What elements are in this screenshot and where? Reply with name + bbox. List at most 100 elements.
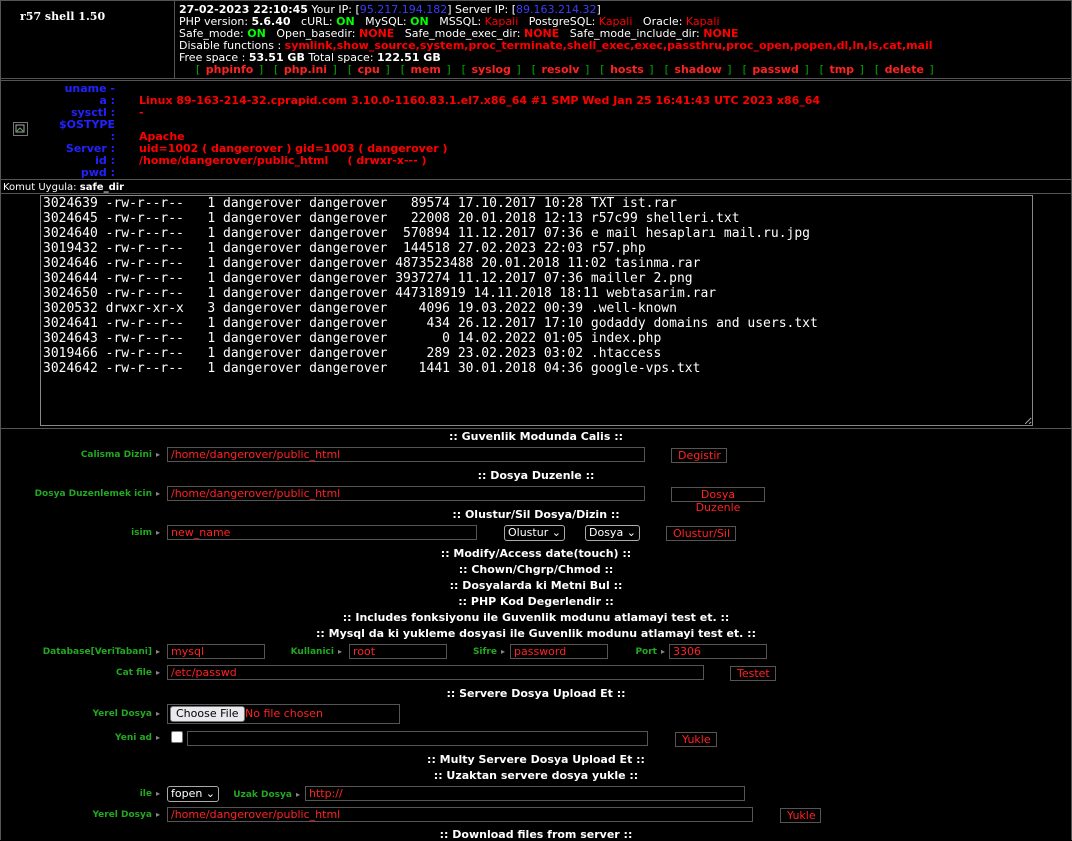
choose-file-button[interactable]: Choose File	[170, 706, 245, 722]
menu-item-cpu[interactable]: cpu	[358, 63, 380, 76]
command-bar: Komut Uygula: safe_dir	[3, 182, 124, 193]
section-file-edit: :: Dosya Duzenle ::	[477, 469, 595, 482]
menu-bracket: ]	[581, 63, 590, 76]
section-create-delete: :: Olustur/Sil Dosya/Dizin ::	[452, 508, 620, 521]
uname-value: Linux 89-163-214-32.cprapid.com 3.10.0-1…	[139, 94, 821, 107]
menu-bracket: [	[347, 63, 356, 76]
edit-label: Dosya Duzenlemek icin ▸	[34, 489, 160, 499]
method-select[interactable]: fopen ⌄	[167, 786, 219, 802]
top-menu: [ phpinfo ] [ php.ini ] [ cpu ] [ mem ] …	[194, 63, 936, 76]
section-chown[interactable]: :: Chown/Chgrp/Chmod ::	[0, 563, 1072, 576]
menu-bracket: ]	[723, 63, 732, 76]
pwd-label: pwd :	[80, 166, 115, 179]
pass-input[interactable]: password	[510, 644, 608, 659]
menu-bracket: ]	[925, 63, 934, 76]
section-upload: :: Servere Dosya Upload Et ::	[446, 687, 626, 700]
new-name-checkbox[interactable]	[171, 731, 183, 743]
frame-divider	[0, 78, 1072, 79]
frame-divider	[0, 179, 1072, 180]
file-picker[interactable]: Choose File No file chosen	[167, 704, 400, 724]
sysctl-value: -	[139, 106, 144, 119]
menu-bracket: ]	[255, 63, 264, 76]
change-dir-button[interactable]: Degistir	[671, 448, 727, 463]
section-multi-upload[interactable]: :: Multy Servere Dosya Upload Et ::	[0, 753, 1072, 766]
menu-bracket: [	[400, 63, 409, 76]
section-php-eval[interactable]: :: PHP Kod Degerlendir ::	[0, 595, 1072, 608]
pwd-perms: ( drwxr-x--- )	[347, 154, 427, 167]
port-input[interactable]: 3306	[669, 644, 767, 659]
section-download[interactable]: :: Download files from server ::	[0, 828, 1072, 841]
remote-file-input[interactable]: http://	[305, 786, 745, 801]
action-select[interactable]: Olustur ⌄	[504, 525, 565, 541]
user-label: Kullanici ▸	[290, 647, 342, 657]
chevron-down-icon: ⌄	[205, 787, 215, 800]
type-select[interactable]: Dosya ⌄	[585, 525, 640, 541]
name-label: isim ▸	[131, 528, 160, 538]
upload-button[interactable]: Yukle	[675, 732, 717, 747]
shell-title: r57 shell 1.50	[20, 10, 106, 23]
user-input[interactable]: root	[349, 644, 447, 659]
frame-left	[0, 0, 1, 840]
command-output[interactable]	[40, 195, 1033, 426]
menu-bracket: [	[742, 63, 751, 76]
name-input[interactable]: new_name	[167, 525, 477, 540]
local-file2-label: Yerel Dosya ▸	[92, 810, 160, 820]
pass-label: Sifre ▸	[472, 647, 505, 657]
menu-item-tmp[interactable]: tmp	[829, 63, 854, 76]
section-mysql-bypass: :: Mysql da ki yukleme dosyasi ile Guven…	[316, 627, 756, 640]
menu-bracket: [	[664, 63, 673, 76]
menu-bracket: [	[196, 63, 204, 76]
menu-bracket: ]	[856, 63, 864, 76]
create-delete-button[interactable]: Olustur/Sil	[666, 526, 736, 541]
command-value: safe_dir	[79, 182, 125, 193]
menu-item-phpinfo[interactable]: phpinfo	[206, 63, 254, 76]
menu-bracket: ]	[442, 63, 451, 76]
command-label: Komut Uygula:	[3, 182, 77, 193]
frame-divider	[0, 193, 1072, 194]
db-label: Database[VeriTabani] ▸	[42, 647, 160, 657]
menu-item-php-ini[interactable]: php.ini	[284, 63, 327, 76]
db-input[interactable]: mysql	[167, 644, 265, 659]
menu-item-delete[interactable]: delete	[885, 63, 924, 76]
chevron-down-icon: ⌄	[626, 526, 636, 539]
pwd-value: /home/dangerover/public_html ( drwxr-x--…	[139, 154, 427, 167]
remote-file-label: Uzak Dosya ▸	[233, 790, 300, 800]
cat-input[interactable]: /etc/passwd	[167, 665, 704, 680]
edit-input[interactable]: /home/dangerover/public_html	[167, 486, 645, 501]
menu-item-passwd[interactable]: passwd	[752, 63, 798, 76]
no-file-text: No file chosen	[245, 707, 323, 720]
menu-item-shadow[interactable]: shadow	[674, 63, 721, 76]
cat-label: Cat file ▸	[116, 668, 160, 678]
section-remote-upload: :: Uzaktan servere dosya yukle ::	[433, 769, 639, 782]
menu-item-syslog[interactable]: syslog	[471, 63, 510, 76]
port-label: Port ▸	[635, 647, 665, 657]
menu-bracket: ]	[645, 63, 654, 76]
new-name-label: Yeni ad ▸	[115, 733, 160, 743]
local-file2-input[interactable]: /home/dangerover/public_html	[167, 807, 753, 822]
test-button[interactable]: Testet	[730, 666, 776, 681]
menu-item-hosts[interactable]: hosts	[610, 63, 644, 76]
with-label: ile ▸	[139, 789, 160, 799]
frame-divider	[0, 80, 1072, 81]
menu-bracket: [	[600, 63, 609, 76]
menu-bracket: ]	[512, 63, 521, 76]
menu-bracket: [	[819, 63, 828, 76]
section-find-text[interactable]: :: Dosyalarda ki Metni Bul ::	[0, 579, 1072, 592]
menu-bracket: [	[461, 63, 470, 76]
menu-bracket: ]	[800, 63, 809, 76]
chevron-down-icon: ⌄	[551, 526, 561, 539]
menu-item-resolv[interactable]: resolv	[542, 63, 580, 76]
frame-col	[174, 0, 175, 78]
edit-file-button[interactable]: Dosya Duzenle	[671, 487, 765, 514]
section-includes[interactable]: :: Includes fonksiyonu ile Guvenlik modu…	[0, 611, 1072, 624]
pwd-path: /home/dangerover/public_html	[139, 154, 329, 167]
section-touch[interactable]: :: Modify/Access date(touch) ::	[0, 547, 1072, 560]
menu-bracket: ]	[329, 63, 337, 76]
menu-bracket: [	[531, 63, 540, 76]
frame-divider	[0, 428, 1072, 429]
menu-item-mem[interactable]: mem	[410, 63, 440, 76]
upload2-button[interactable]: Yukle	[780, 808, 821, 823]
frame-top	[0, 0, 1072, 1]
new-name-input[interactable]	[187, 731, 648, 746]
workdir-input[interactable]: /home/dangerover/public_html	[167, 447, 645, 462]
